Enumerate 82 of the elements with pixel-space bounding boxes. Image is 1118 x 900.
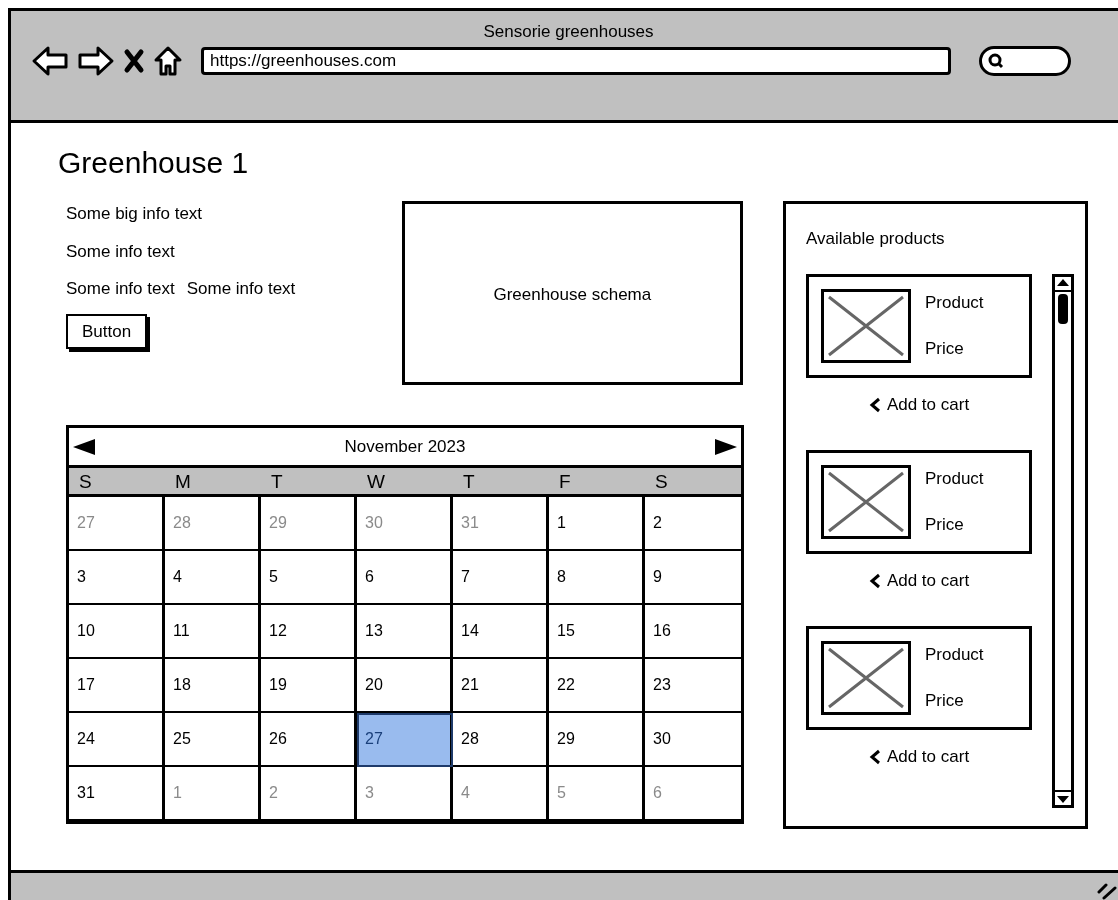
chevron-left-icon: [868, 572, 881, 589]
day-cell[interactable]: 30: [645, 713, 741, 767]
day-cell[interactable]: 19: [261, 659, 357, 713]
close-icon[interactable]: [123, 48, 145, 74]
image-placeholder-icon: [821, 464, 911, 539]
info-heading: Some big info text: [66, 203, 203, 225]
day-cell[interactable]: 7: [453, 551, 549, 605]
day-cell[interactable]: 17: [69, 659, 165, 713]
day-cell[interactable]: 14: [453, 605, 549, 659]
product-name: Product: [925, 292, 984, 314]
page-heading: Greenhouse 1: [58, 145, 250, 181]
month-title: November 2023: [344, 435, 466, 458]
day-cell[interactable]: 4: [165, 551, 261, 605]
product-name: Product: [925, 644, 984, 666]
product-price: Price: [925, 513, 965, 536]
day-cell[interactable]: 5: [261, 551, 357, 605]
scrollbar[interactable]: [1052, 273, 1074, 808]
day-cell[interactable]: 24: [69, 713, 165, 767]
day-cell[interactable]: 31: [69, 767, 165, 821]
product-name: Product: [925, 468, 984, 490]
chevron-left-icon: [868, 748, 881, 765]
day-cell[interactable]: 31: [453, 497, 549, 551]
add-to-cart-button[interactable]: Add to cart: [806, 377, 1032, 432]
day-cell[interactable]: 2: [645, 497, 741, 551]
day-cell[interactable]: 4: [453, 767, 549, 821]
day-cell[interactable]: 6: [645, 767, 741, 821]
url-field[interactable]: https://greenhouses.com: [201, 47, 951, 75]
day-cell[interactable]: 1: [549, 497, 645, 551]
panel-title: Available products: [806, 228, 946, 250]
info-text: Some info text: [66, 278, 175, 300]
day-cell[interactable]: 6: [357, 551, 453, 605]
forward-icon[interactable]: [77, 45, 115, 77]
info-text: Some info text: [66, 240, 175, 263]
day-cell[interactable]: 21: [453, 659, 549, 713]
previous-month-icon[interactable]: [71, 436, 97, 457]
weekday-label: W: [366, 470, 386, 494]
day-cell[interactable]: 2: [261, 767, 357, 821]
image-placeholder-icon: [821, 640, 911, 715]
back-icon[interactable]: [31, 45, 69, 77]
next-month-icon[interactable]: [713, 436, 739, 457]
weekday-label: S: [78, 470, 93, 494]
day-cell[interactable]: 12: [261, 605, 357, 659]
day-cell[interactable]: 30: [357, 497, 453, 551]
weekday-label: M: [174, 470, 192, 494]
search-icon: [988, 53, 1004, 69]
day-cell[interactable]: 29: [261, 497, 357, 551]
add-to-cart-button[interactable]: Add to cart: [806, 729, 1032, 784]
schema-label: Greenhouse schema: [493, 284, 652, 306]
day-cell[interactable]: 28: [165, 497, 261, 551]
day-cell[interactable]: 29: [549, 713, 645, 767]
product-price: Price: [925, 337, 965, 360]
day-cell[interactable]: 3: [357, 767, 453, 821]
product-price: Price: [925, 689, 965, 712]
day-cell[interactable]: 15: [549, 605, 645, 659]
home-icon[interactable]: [153, 45, 183, 77]
chevron-left-icon: [868, 396, 881, 413]
day-cell[interactable]: 18: [165, 659, 261, 713]
day-cell[interactable]: 9: [645, 551, 741, 605]
weekday-label: F: [558, 470, 572, 494]
day-cell[interactable]: 22: [549, 659, 645, 713]
day-cell[interactable]: 5: [549, 767, 645, 821]
info-text: Some info text: [186, 278, 296, 300]
window-title: Sensorie greenhouses: [482, 21, 655, 43]
add-to-cart-button[interactable]: Add to cart: [806, 553, 1032, 608]
weekday-label: T: [270, 470, 284, 494]
weekday-label: T: [462, 470, 476, 494]
day-cell[interactable]: 13: [357, 605, 453, 659]
image-placeholder-icon: [821, 288, 911, 363]
action-button[interactable]: Button: [66, 313, 148, 349]
search-field[interactable]: [979, 46, 1071, 76]
day-cell[interactable]: 10: [69, 605, 165, 659]
day-cell[interactable]: 25: [165, 713, 261, 767]
day-cell[interactable]: 8: [549, 551, 645, 605]
day-cell[interactable]: 27: [357, 713, 453, 767]
weekday-label: S: [654, 470, 669, 494]
resize-grip-icon[interactable]: [1096, 881, 1118, 900]
day-cell[interactable]: 16: [645, 605, 741, 659]
day-cell[interactable]: 1: [165, 767, 261, 821]
day-cell[interactable]: 23: [645, 659, 741, 713]
day-cell[interactable]: 11: [165, 605, 261, 659]
day-cell[interactable]: 3: [69, 551, 165, 605]
day-cell[interactable]: 28: [453, 713, 549, 767]
